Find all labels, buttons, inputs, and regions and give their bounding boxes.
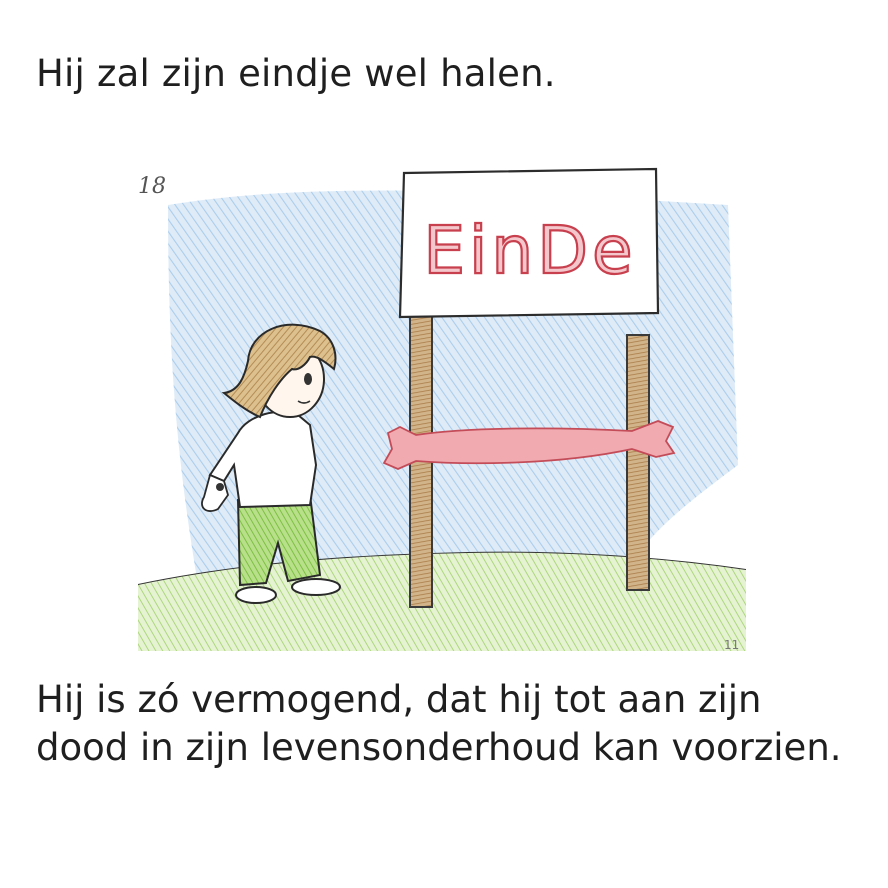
bracelet (216, 483, 224, 491)
drawing-end-sign: 18 EinDe 11 (138, 165, 746, 651)
sign-post-right (626, 334, 650, 591)
sign-text: EinDe (423, 212, 636, 289)
bottom-sentence: Hij is zó vermogend, dat hij tot aan zij… (36, 678, 842, 769)
boy-shoe-right (291, 578, 341, 596)
corner-mark: 11 (724, 638, 739, 651)
page-number: 18 (138, 174, 166, 199)
top-sentence: Hij zal zijn eindje wel halen. (36, 52, 556, 95)
crayon-drawing: 18 EinDe 11 (138, 167, 746, 651)
boy-shoe-left (235, 586, 277, 604)
boy-eye (304, 373, 312, 385)
